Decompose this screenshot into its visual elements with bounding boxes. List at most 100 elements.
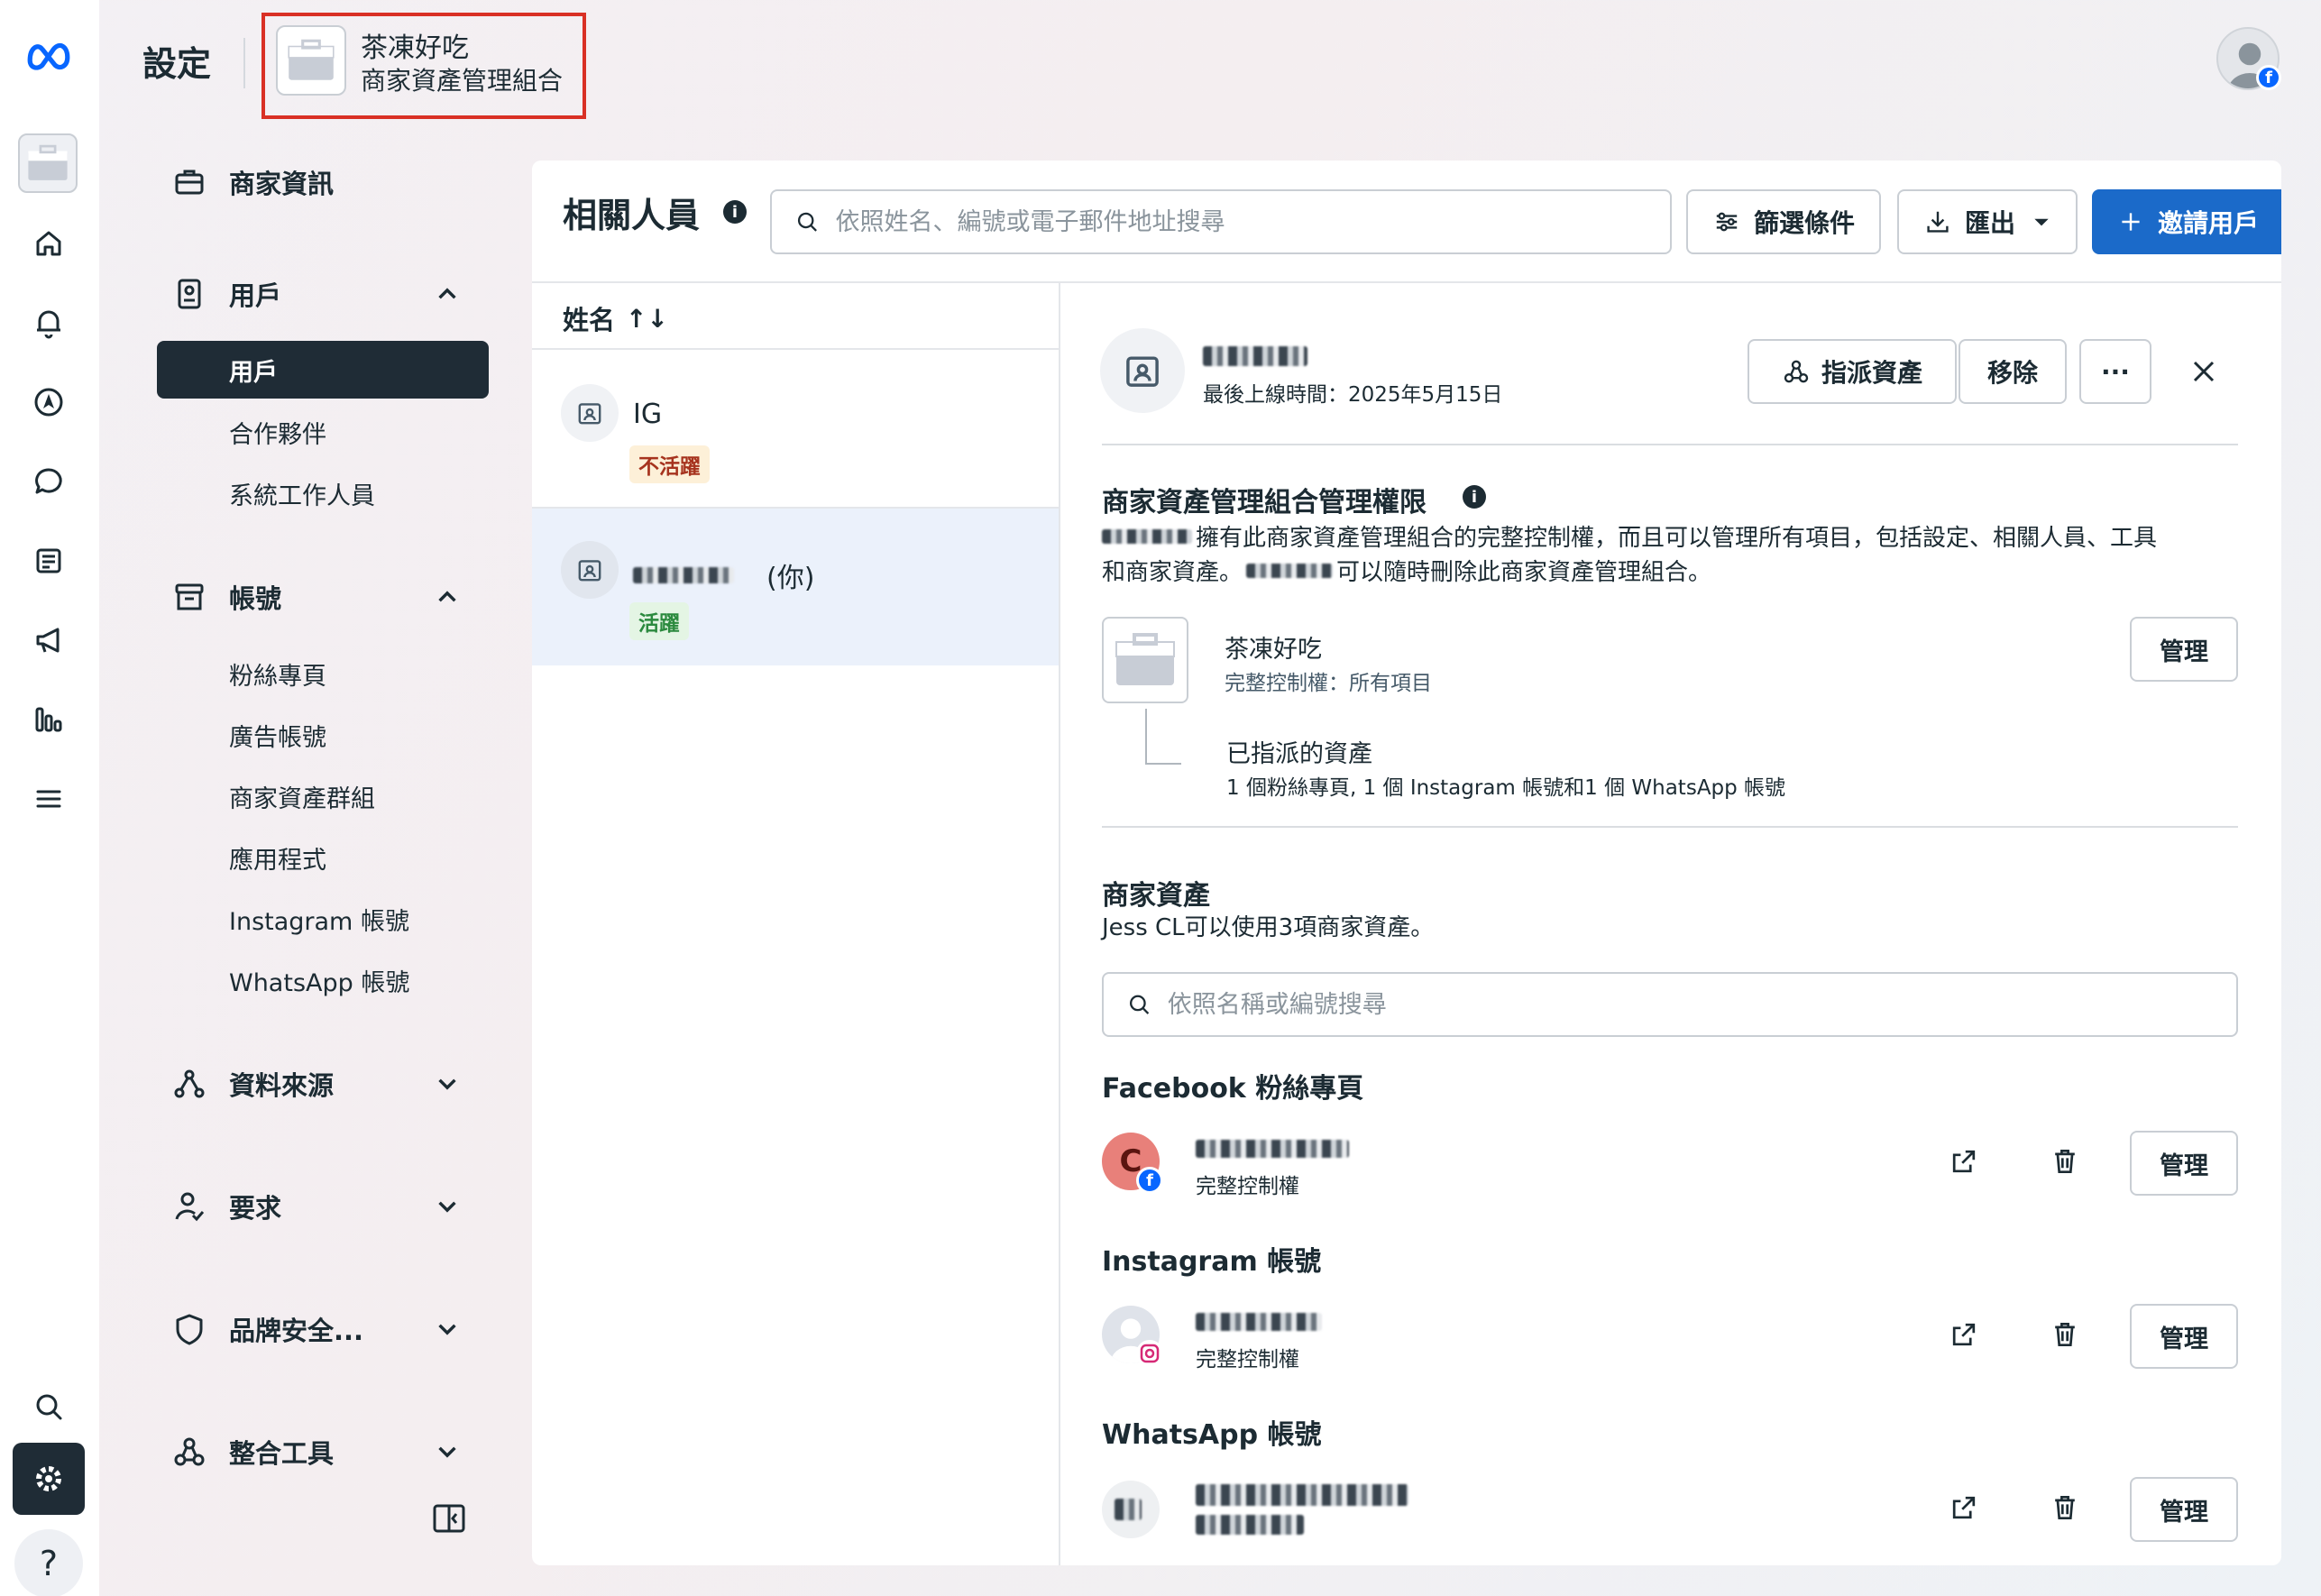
collapse-sidebar-icon[interactable] [431,1500,467,1536]
assets-search-input[interactable] [1167,990,2236,1019]
manage-portfolio-button[interactable]: 管理 [2130,617,2238,682]
manage-page-button[interactable]: 管理 [2130,1131,2238,1196]
chat-bubble-icon[interactable] [25,458,72,505]
invite-user-button[interactable]: 邀請用戶 [2092,189,2281,254]
content-icon[interactable] [25,537,72,584]
people-search[interactable] [770,189,1672,254]
business-type: 商家資產管理組合 [361,66,564,96]
facebook-access-level: 完整控制權 [1196,1175,1299,1198]
trash-icon[interactable] [2049,1145,2081,1178]
close-icon[interactable] [2186,353,2222,390]
permissions-description-line-2: 和商家資產。 可以隨時刪除此商家資產管理組合。 [1102,559,1712,586]
sidebar-item-apps[interactable]: 應用程式 [229,840,326,876]
plus-icon [2122,213,2140,231]
settings-icon[interactable] [13,1443,85,1515]
search-icon[interactable] [25,1383,72,1430]
facebook-badge-icon: f [1136,1167,1163,1194]
sidebar-business-info[interactable]: 商家資訊 [171,155,460,209]
person-check-icon [175,1192,205,1222]
sidebar-item-pages[interactable]: 粉絲專頁 [229,656,326,692]
export-button[interactable]: 匯出 [1897,189,2078,254]
chevron-down-icon [438,1201,456,1213]
sidebar-item-instagram[interactable]: Instagram 帳號 [229,902,409,937]
assign-assets-button[interactable]: 指派資產 [1748,339,1957,404]
people-title: 相關人員 [563,196,701,235]
assets-search[interactable] [1102,972,2238,1037]
sidebar-item-users[interactable]: 用戶 [157,341,489,399]
sidebar-users-section[interactable]: 用戶 [171,267,460,321]
sidebar-item-system-users[interactable]: 系統工作人員 [229,476,375,511]
info-icon[interactable]: i [1463,485,1486,509]
person-row-ig[interactable]: IG 不活躍 [532,352,1059,507]
menu-icon[interactable] [25,775,72,822]
name-column-header[interactable]: 姓名 ↑↓ [563,299,668,337]
redacted-user-name [1203,346,1307,370]
sidebar-requests[interactable]: 要求 [171,1179,460,1234]
sidebar-item-asset-groups[interactable]: 商家資產群組 [229,779,375,814]
sort-icon: ↑↓ [626,303,668,334]
help-icon[interactable]: ? [14,1529,83,1596]
permissions-description-line-1: 擁有此商家資產管理組合的完整控制權，而且可以管理所有項目，包括設定、相關人員、工… [1102,519,2157,553]
redacted-instagram-name [1196,1313,1322,1335]
instagram-access-level: 完整控制權 [1196,1348,1299,1371]
people-search-input[interactable] [835,207,1670,236]
filter-button[interactable]: 篩選條件 [1686,189,1881,254]
manage-instagram-button[interactable]: 管理 [2130,1304,2238,1369]
insights-icon[interactable] [25,696,72,743]
sidebar-data-sources[interactable]: 資料來源 [171,1057,460,1111]
redacted-name [633,567,734,583]
external-link-icon[interactable] [1948,1145,1980,1178]
briefcase-icon [1102,617,1188,703]
person-row-you[interactable]: (你) 活躍 [532,509,1059,665]
home-icon[interactable] [25,220,72,267]
sidebar-brand-safety[interactable]: 品牌安全... [171,1302,460,1356]
business-name: 茶凍好吃 [361,32,469,64]
portfolio-access-level: 完整控制權：所有項目 [1225,672,1432,695]
manage-whatsapp-button[interactable]: 管理 [2130,1477,2238,1542]
external-link-icon[interactable] [1948,1318,1980,1351]
id-badge-icon [178,279,201,309]
megaphone-icon[interactable] [25,617,72,664]
chevron-up-icon [438,591,456,602]
person-name: (你) [633,555,814,595]
sliders-icon [1716,212,1738,232]
business-assets-description: Jess CL可以使用3項商家資產。 [1102,914,1435,941]
detail-divider [1102,444,2238,445]
briefcase-outline-icon [175,170,204,195]
remove-button[interactable]: 移除 [1959,339,2067,404]
global-nav-rail: ? [0,0,99,1596]
data-sources-icon [174,1069,205,1098]
portfolio-name: 茶凍好吃 [1225,636,1322,664]
business-portfolio-icon[interactable] [18,133,78,193]
trash-icon[interactable] [2049,1318,2081,1351]
whatsapp-avatar [1102,1481,1160,1538]
sidebar-item-partners[interactable]: 合作夥伴 [229,415,326,450]
id-card-icon [561,384,619,442]
compass-icon[interactable] [25,379,72,426]
people-panel: 相關人員 i 篩選條件 匯出 邀請用戶 姓名 ↑↓ IG 不活躍 [532,161,2281,1565]
info-icon[interactable]: i [723,200,747,224]
trash-icon[interactable] [2049,1491,2081,1524]
sidebar-item-whatsapp[interactable]: WhatsApp 帳號 [229,963,409,998]
sidebar-item-ad-accounts[interactable]: 廣告帳號 [229,718,326,753]
page-title: 設定 [142,44,212,84]
more-icon: ··· [2101,356,2130,387]
sidebar-integrations[interactable]: 整合工具 [171,1425,460,1479]
status-badge-active: 活躍 [629,602,689,640]
chevron-up-icon [438,288,456,299]
integrations-icon [1784,360,1809,383]
integrations-icon [174,1437,205,1466]
chevron-down-icon [438,1446,456,1458]
bell-icon[interactable] [25,299,72,346]
permissions-title: 商家資產管理組合管理權限 [1102,487,1427,518]
assigned-assets-title: 已指派的資產 [1226,740,1372,768]
chevron-down-icon [438,1078,456,1090]
shield-icon [176,1314,203,1345]
meta-logo-icon[interactable] [25,31,72,78]
external-link-icon[interactable] [1948,1491,1980,1524]
toolbar-divider [532,281,2281,283]
sidebar-accounts-section[interactable]: 帳號 [171,570,460,624]
business-assets-title: 商家資產 [1102,880,1210,912]
instagram-badge-icon [1136,1340,1163,1367]
more-options-button[interactable]: ··· [2079,339,2151,404]
